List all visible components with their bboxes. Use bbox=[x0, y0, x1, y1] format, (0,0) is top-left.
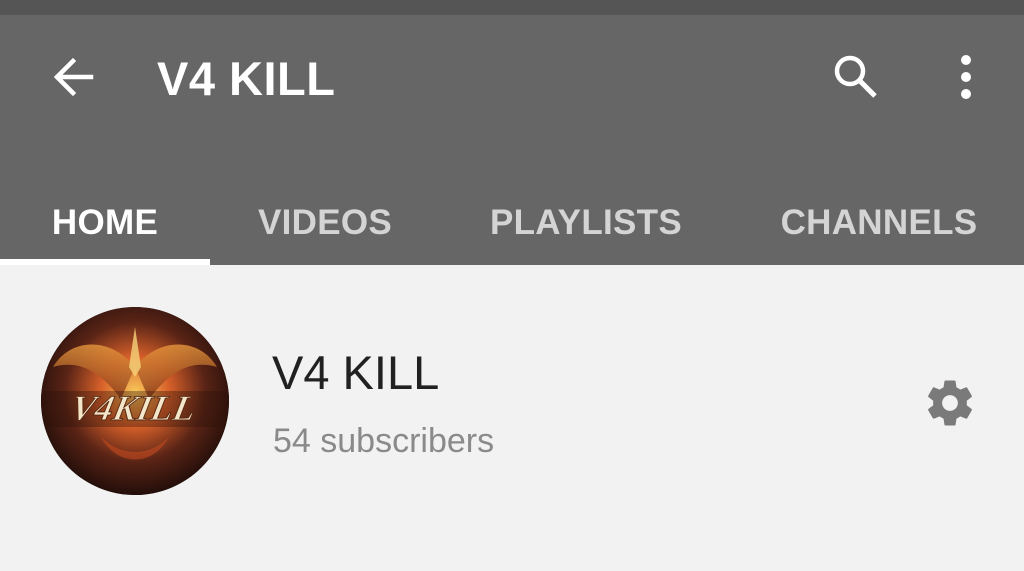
channel-avatar[interactable]: V4KILL bbox=[41, 307, 229, 495]
back-button[interactable] bbox=[44, 53, 102, 105]
page-title: V4 KILL bbox=[157, 52, 336, 105]
channel-name: V4 KILL bbox=[272, 346, 440, 399]
channel-settings-button[interactable] bbox=[918, 373, 982, 437]
tab-channels[interactable]: CHANNELS bbox=[748, 185, 1010, 260]
gear-icon bbox=[923, 376, 977, 435]
channel-avatar-image: V4KILL bbox=[41, 307, 229, 495]
more-options-button[interactable] bbox=[940, 51, 992, 107]
app-bar: V4 KILL HOME VIDEOS PLAYLISTS CHANNELS bbox=[0, 15, 1024, 265]
tab-playlists[interactable]: PLAYLISTS bbox=[460, 185, 712, 260]
svg-text:V4KILL: V4KILL bbox=[67, 388, 199, 428]
channel-header: V4KILL V4 KILL 54 subscribers bbox=[0, 265, 1024, 571]
more-vert-icon bbox=[959, 54, 973, 105]
subscriber-count: 54 subscribers bbox=[273, 422, 495, 460]
status-bar-strip bbox=[0, 0, 1024, 15]
tab-home[interactable]: HOME bbox=[0, 185, 210, 260]
arrow-back-icon bbox=[51, 57, 95, 102]
tab-videos[interactable]: VIDEOS bbox=[218, 185, 432, 260]
search-button[interactable] bbox=[826, 51, 886, 107]
search-icon bbox=[831, 52, 881, 107]
